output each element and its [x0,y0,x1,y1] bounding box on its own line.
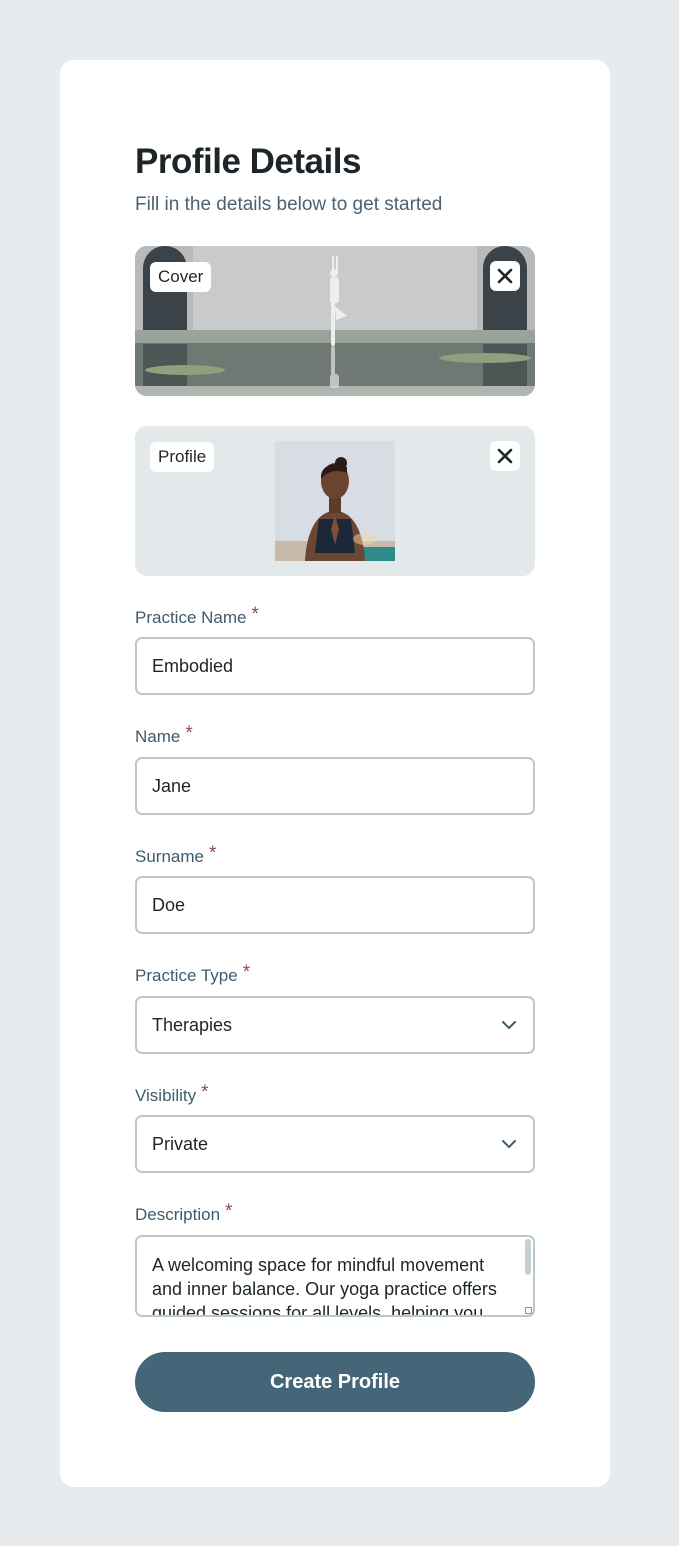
required-marker: * [242,962,251,983]
page-title: Profile Details [135,142,361,181]
surname-label-text: Surname [135,847,204,866]
name-label-text: Name [135,727,181,746]
profile-image-upload[interactable]: Profile [135,426,535,576]
surname-value: Doe [152,894,186,915]
surname-input[interactable]: Doe [135,876,535,934]
surname-label: Surname * [135,843,217,868]
close-icon [497,448,513,464]
cover-image-upload[interactable]: Cover [135,246,535,396]
practice-type-label: Practice Type * [135,962,251,987]
practice-name-label-text: Practice Name [135,608,247,627]
name-value: Jane [152,775,192,796]
practice-type-value: Therapies [152,1014,233,1035]
description-value: A welcoming space for mindful movement a… [152,1255,497,1317]
required-marker: * [208,843,217,864]
visibility-label: Visibility * [135,1082,209,1107]
visibility-value: Private [152,1133,209,1154]
required-marker: * [251,604,259,625]
profile-image [275,441,395,561]
page-subtitle: Fill in the details below to get started [135,194,443,215]
chevron-down-icon [502,1021,516,1029]
resize-handle[interactable] [525,1307,532,1314]
required-marker: * [201,1082,209,1103]
profile-label: Profile [150,442,215,472]
visibility-select[interactable]: Private [135,1115,535,1173]
practice-name-input[interactable]: Embodied [135,637,535,695]
practice-name-value: Embodied [152,655,234,676]
name-input[interactable]: Jane [135,757,535,815]
practice-type-select[interactable]: Therapies [135,996,535,1054]
visibility-label-text: Visibility [135,1086,197,1105]
practice-name-label: Practice Name * [135,604,259,629]
scrollbar-thumb[interactable] [525,1239,531,1275]
practice-type-label-text: Practice Type [135,966,238,985]
description-textarea[interactable]: A welcoming space for mindful movement a… [135,1235,535,1317]
profile-form-card: Profile Details Fill in the details belo… [60,60,610,1487]
remove-profile-button[interactable] [490,441,520,471]
remove-cover-button[interactable] [490,261,520,291]
description-scrollbar[interactable] [523,1237,533,1315]
chevron-down-icon [502,1140,516,1148]
create-profile-button[interactable]: Create Profile [135,1352,535,1412]
name-label: Name * [135,723,193,748]
description-label-text: Description [135,1205,221,1224]
required-marker: * [185,723,193,744]
cover-label: Cover [150,262,212,292]
close-icon [497,268,513,284]
description-label: Description * [135,1201,233,1226]
required-marker: * [225,1201,233,1222]
